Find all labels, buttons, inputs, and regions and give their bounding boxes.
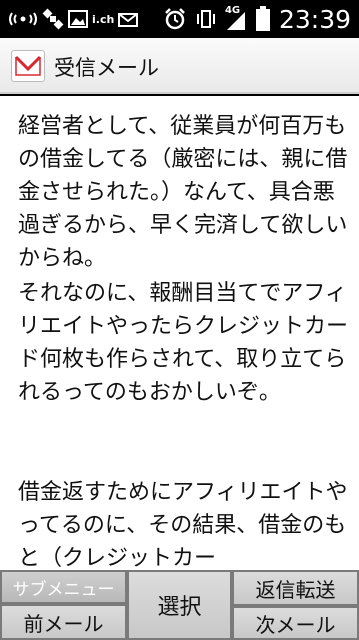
vibrate-icon [195,8,217,30]
mail-icon [118,11,139,27]
status-bar: i.ch 4G 23:39 [0,0,359,38]
system-icons: 4G 23:39 [163,4,351,34]
wifi-signal-icon [8,10,38,28]
image-icon [68,10,88,28]
message-paragraph: 借金返すためにアフィリエイトやってるのに、その結果、借金のもと（クレジットカー [18,480,348,570]
ich-icon: i.ch [92,12,115,26]
page-title: 受信メール [54,56,159,80]
alarm-icon [163,7,187,31]
satellite-icon [42,8,64,30]
title-bar: 受信メール [0,38,359,94]
sub-menu-button[interactable]: サブメニュー [2,572,125,602]
clock: 23:39 [278,4,351,34]
message-paragraph: 経営者として、従業員が何百万もの借金してる（厳密には、親に借金させられた。）なん… [18,114,348,271]
message-paragraph: それなのに、報酬目当てでアフィリエイトやったらクレジットカード何枚も作らされて、… [18,281,349,405]
mail-icon [11,50,45,82]
network-type: 4G [224,5,241,16]
select-button[interactable]: 選択 [129,572,230,638]
notification-icons: i.ch [8,6,139,32]
reply-forward-button[interactable]: 返信転送 [234,572,357,604]
softkey-bar: サブメニュー 前メール 選択 返信転送 次メール [0,570,359,640]
prev-mail-button[interactable]: 前メール [2,606,125,638]
next-mail-button[interactable]: 次メール [234,608,357,638]
battery-icon [255,6,271,32]
message-body[interactable]: 経営者として、従業員が何百万もの借金してる（厳密には、親に借金させられた。）なん… [0,96,359,570]
signal-icon: 4G [225,6,247,32]
